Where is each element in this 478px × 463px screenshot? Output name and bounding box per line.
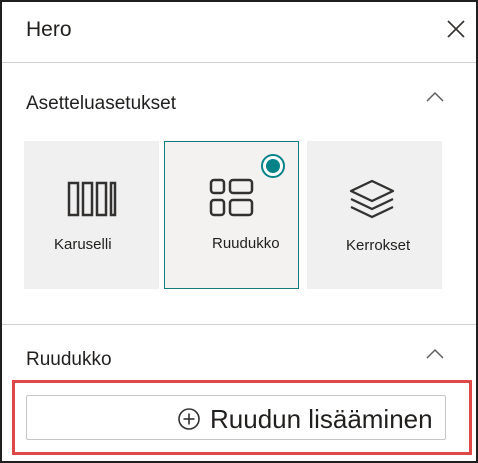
add-tile-button[interactable]: Ruudun lisääminen xyxy=(26,395,446,440)
pane-header: Hero xyxy=(2,2,476,62)
add-circle-icon xyxy=(178,408,200,430)
section-divider xyxy=(2,324,476,325)
header-divider xyxy=(2,62,476,63)
layout-option-label: Kerrokset xyxy=(346,237,411,254)
pane-title: Hero xyxy=(26,18,72,41)
layers-icon xyxy=(349,179,395,219)
layout-option-carousel[interactable]: Karuselli xyxy=(24,141,159,289)
carousel-icon xyxy=(67,181,117,217)
chevron-up-icon[interactable] xyxy=(424,347,446,361)
selected-radio-icon xyxy=(261,154,285,178)
grid-section-title: Ruudukko xyxy=(26,349,112,370)
add-tile-label: Ruudun lisääminen xyxy=(210,404,433,434)
close-icon[interactable] xyxy=(443,16,469,42)
layout-option-grid[interactable]: Ruudukko xyxy=(164,141,299,289)
grid-icon xyxy=(209,178,254,217)
layout-option-label: Ruudukko xyxy=(212,235,280,252)
layout-option-label: Karuselli xyxy=(54,236,112,253)
chevron-up-icon[interactable] xyxy=(424,90,446,104)
layout-section-title: Asetteluasetukset xyxy=(26,93,176,114)
property-pane: Hero Asetteluasetukset Karuselli Ruudukk… xyxy=(0,0,478,463)
layout-option-layers[interactable]: Kerrokset xyxy=(307,141,442,289)
